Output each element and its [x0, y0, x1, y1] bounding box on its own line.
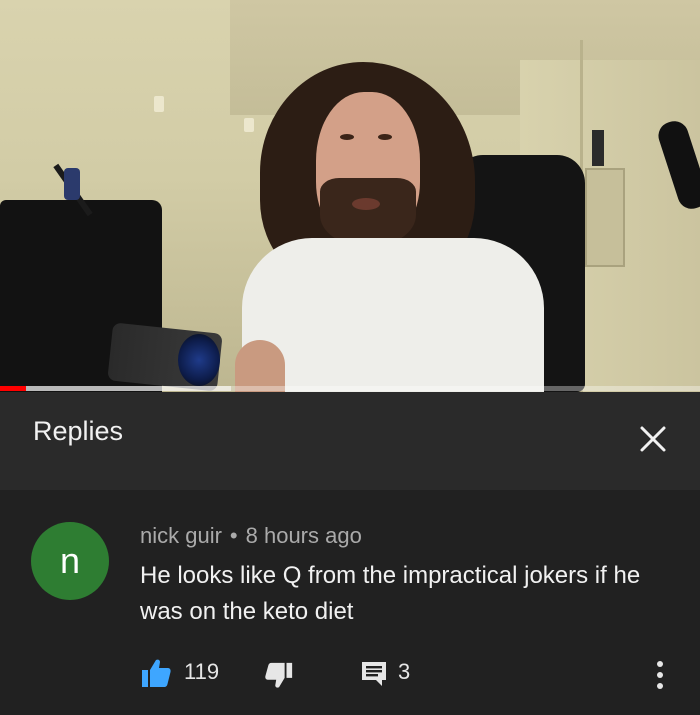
close-button[interactable]: [632, 418, 674, 460]
comment-text: He looks like Q from the impractical jok…: [140, 562, 641, 625]
replies-title: Replies: [33, 416, 124, 446]
meta-separator: •: [229, 523, 238, 548]
video-frame-wall-picture: [585, 168, 625, 267]
reply-button[interactable]: [360, 660, 388, 688]
avatar[interactable]: n: [31, 522, 109, 600]
video-progress-played: [0, 386, 26, 391]
video-frame-light-switch: [154, 96, 164, 112]
reply-icon: [362, 662, 386, 686]
dislike-button[interactable]: [264, 661, 294, 691]
close-icon: [640, 426, 666, 452]
video-frame-person-eye: [378, 134, 392, 140]
video-frame-small-picture: [592, 130, 604, 166]
more-vert-icon: [657, 661, 663, 689]
replies-header: Replies: [0, 392, 700, 491]
comment-timestamp: 8 hours ago: [245, 523, 362, 548]
video-frame-camera-lens: [178, 334, 220, 386]
thumbs-down-icon: [265, 662, 293, 688]
comment-actions: 119 3: [140, 653, 700, 693]
reply-count: 3: [398, 659, 411, 684]
video-frame-person-mouth: [352, 198, 380, 210]
video-player[interactable]: [0, 0, 700, 392]
video-progress-bar[interactable]: [0, 386, 700, 391]
more-options-button[interactable]: [648, 655, 672, 695]
video-frame-person-arm: [235, 340, 285, 392]
like-count: 119: [184, 659, 220, 684]
video-frame-person-beard: [320, 178, 416, 246]
like-button[interactable]: [140, 657, 172, 689]
video-frame-person-eye: [340, 134, 354, 140]
video-frame-person-shirt: [242, 238, 544, 392]
comment-meta: nick guir • 8 hours ago: [140, 523, 362, 549]
video-frame-outlet: [244, 118, 254, 132]
thumbs-up-icon: [142, 659, 171, 687]
comment-author[interactable]: nick guir: [140, 523, 222, 548]
avatar-letter: n: [59, 540, 81, 581]
comment-thread: n nick guir • 8 hours ago He looks like Q …: [0, 490, 700, 715]
video-progress-buffered: [25, 386, 231, 391]
video-frame-mic-light: [64, 168, 80, 200]
